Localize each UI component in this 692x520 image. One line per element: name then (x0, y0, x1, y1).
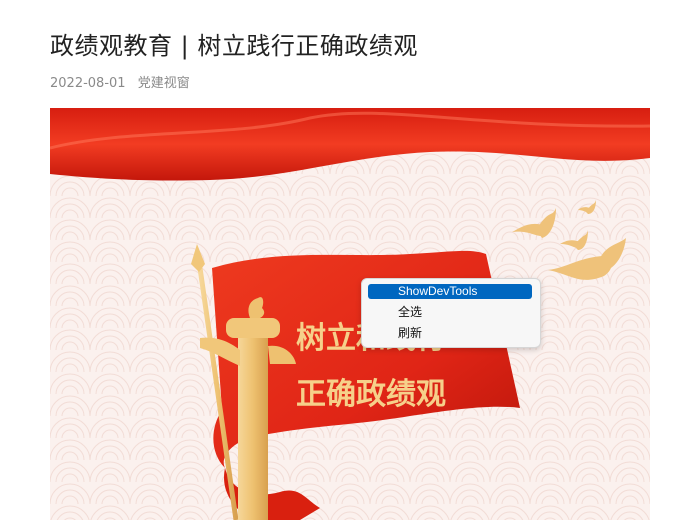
banner-image: 树立和践行 正确政绩观 (50, 108, 650, 520)
slogan-line-2: 正确政绩观 (296, 377, 446, 412)
article-date: 2022-08-01 (50, 76, 126, 91)
menu-item-select-all[interactable]: 全选 (368, 305, 532, 320)
context-menu: ShowDevTools 全选 刷新 (361, 278, 541, 348)
article-title: 政绩观教育 | 树立践行正确政绩观 (50, 32, 418, 60)
menu-item-show-dev-tools[interactable]: ShowDevTools (368, 284, 532, 299)
article-meta: 2022-08-01 党建视窗 (50, 72, 190, 91)
menu-item-refresh[interactable]: 刷新 (368, 326, 532, 341)
article-author[interactable]: 党建视窗 (138, 76, 190, 91)
